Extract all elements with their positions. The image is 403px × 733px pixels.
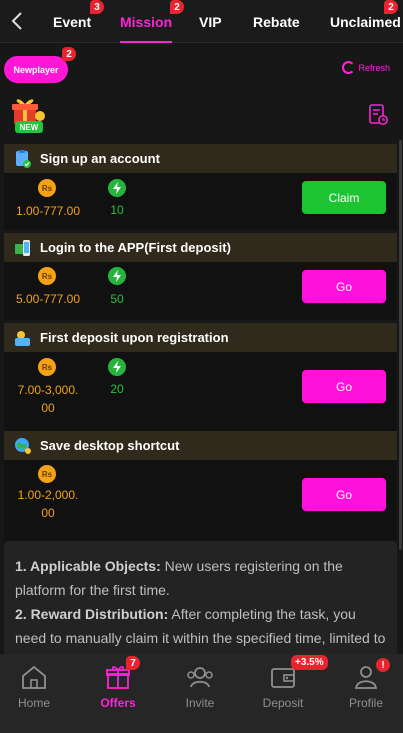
rule-label: 2. Reward Distribution: <box>15 606 169 622</box>
phone-money-icon <box>12 237 34 259</box>
newplayer-label: Newplayer <box>13 64 59 75</box>
task-title: Login to the APP(First deposit) <box>40 240 231 255</box>
refresh-button[interactable]: Refresh <box>342 61 390 74</box>
task-body: Rs 5.00-777.00 50 Go <box>4 262 397 320</box>
task-body: Rs 1.00-2,000. 00 Go <box>4 460 397 554</box>
nav-deposit-bonus-badge: +3.5% <box>291 655 328 670</box>
clipboard-check-icon <box>12 148 34 170</box>
rupee-coin-icon: Rs <box>38 465 56 483</box>
go-button[interactable]: Go <box>302 270 386 303</box>
task-title: First deposit upon registration <box>40 330 229 345</box>
nav-profile-label: Profile <box>348 696 383 710</box>
rules-panel: 1. Applicable Objects: New users registe… <box>4 541 397 661</box>
tab-vip[interactable]: VIP <box>199 0 222 43</box>
nav-deposit-label: Deposit <box>262 696 304 710</box>
energy-bolt-icon <box>108 267 126 285</box>
nav-deposit[interactable]: +3.5% Deposit <box>243 654 328 733</box>
task-header: Save desktop shortcut <box>4 431 397 460</box>
task-body: Rs 1.00-777.00 10 Claim <box>4 173 397 230</box>
tab-unclaimed[interactable]: Unclaimed 2 <box>330 0 401 43</box>
rupee-coin-icon: Rs <box>38 179 56 197</box>
home-icon <box>22 665 46 689</box>
tab-unclaimed-badge: 2 <box>384 0 398 14</box>
tab-mission-label: Mission <box>120 13 173 30</box>
tab-event-badge: 3 <box>90 0 104 14</box>
rupee-coin-icon: Rs <box>38 267 56 285</box>
rule-label: 1. Applicable Objects: <box>15 558 161 574</box>
task-card-signup: Sign up an account Rs 1.00-777.00 10 Cla… <box>4 144 397 230</box>
task-header: Sign up an account <box>4 144 397 173</box>
tab-event-label: Event <box>53 13 92 30</box>
refresh-icon <box>342 61 356 74</box>
go-button[interactable]: Go <box>302 370 386 403</box>
nav-invite[interactable]: Invite <box>160 654 240 733</box>
task-card-first-deposit: First deposit upon registration Rs 7.00-… <box>4 323 397 441</box>
reward-amount-line2: 00 <box>41 506 55 520</box>
nav-invite-label: Invite <box>185 696 215 710</box>
energy-amount: 50 <box>110 292 124 306</box>
go-button-label: Go <box>335 279 352 294</box>
energy-bolt-icon <box>108 358 126 376</box>
nav-offers-badge: 7 <box>126 656 140 670</box>
go-button[interactable]: Go <box>302 478 386 511</box>
tab-vip-label: VIP <box>199 13 222 30</box>
tab-mission-badge: 2 <box>170 0 184 14</box>
claim-button[interactable]: Claim <box>302 181 386 214</box>
scrollbar-thumb[interactable] <box>399 140 402 550</box>
energy-amount: 20 <box>110 382 124 396</box>
invite-people-icon <box>187 667 213 688</box>
rupee-coin-icon: Rs <box>38 358 56 376</box>
nav-home-label: Home <box>17 696 50 710</box>
task-title: Save desktop shortcut <box>40 438 180 453</box>
reward-amount: 5.00-777.00 <box>15 292 81 306</box>
nav-home[interactable]: Home <box>0 654 74 733</box>
reward-amount: 1.00-777.00 <box>15 204 81 218</box>
nav-offers-label: Offers <box>100 696 136 710</box>
bottom-navigation: Home 7 Offers Invite +3.5% Deposit ! Pro… <box>0 654 403 733</box>
reward-amount-line2: 00 <box>41 401 55 415</box>
task-header: First deposit upon registration <box>4 323 397 352</box>
task-body: Rs 7.00-3,000. 00 20 Go <box>4 352 397 441</box>
tab-mission[interactable]: Mission 2 <box>120 0 184 43</box>
globe-shortcut-icon <box>12 435 34 457</box>
energy-amount: 10 <box>110 203 124 217</box>
rule-item: 2. Reward Distribution: After completing… <box>15 602 386 661</box>
new-gift-icon: NEW <box>12 99 45 133</box>
go-button-label: Go <box>335 487 352 502</box>
energy-bolt-icon <box>108 179 126 197</box>
tab-rebate[interactable]: Rebate <box>253 0 300 43</box>
newplayer-filter-chip[interactable]: Newplayer 2 <box>4 47 76 83</box>
tab-event[interactable]: Event 3 <box>53 0 104 43</box>
rule-item: 1. Applicable Objects: New users registe… <box>15 554 386 602</box>
task-title: Sign up an account <box>40 151 160 166</box>
task-card-login-app: Login to the APP(First deposit) Rs 5.00-… <box>4 233 397 320</box>
refresh-label: Refresh <box>358 62 390 73</box>
nav-profile-alert-badge: ! <box>376 658 390 672</box>
record-history-icon[interactable] <box>368 104 388 126</box>
svg-text:NEW: NEW <box>20 123 39 132</box>
tab-unclaimed-label: Unclaimed <box>330 13 401 30</box>
reward-amount-line1: 1.00-2,000. <box>17 488 79 502</box>
newplayer-badge: 2 <box>62 47 76 61</box>
nav-offers[interactable]: 7 Offers <box>78 654 158 733</box>
back-arrow-icon[interactable] <box>4 8 30 34</box>
task-card-desktop-shortcut: Save desktop shortcut Rs 1.00-2,000. 00 … <box>4 431 397 554</box>
tab-rebate-label: Rebate <box>253 13 300 30</box>
top-tab-bar: Event 3 Mission 2 VIP Rebate Unclaimed 2 <box>0 0 403 43</box>
go-button-label: Go <box>335 379 352 394</box>
claim-button-label: Claim <box>328 190 360 205</box>
wallet-deposit-icon <box>12 327 34 349</box>
reward-amount-line1: 7.00-3,000. <box>17 383 79 397</box>
nav-profile[interactable]: ! Profile <box>326 654 403 733</box>
task-header: Login to the APP(First deposit) <box>4 233 397 262</box>
